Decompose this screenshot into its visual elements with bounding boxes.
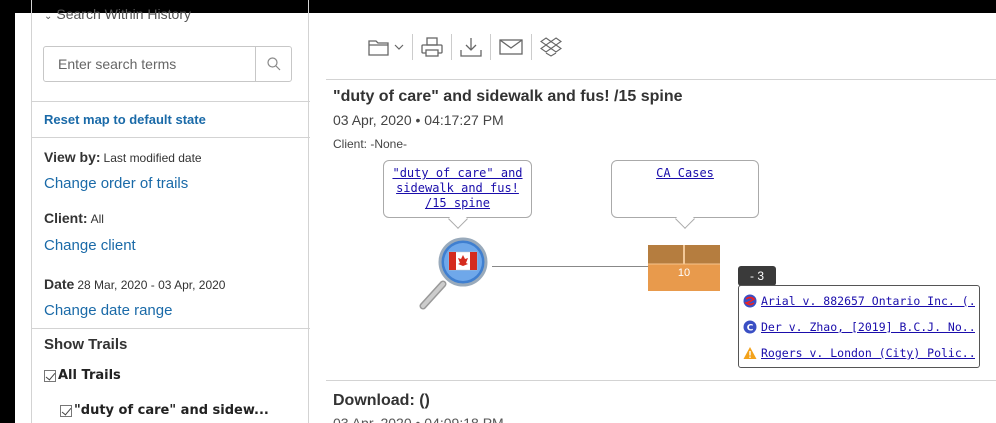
folder-icon (368, 40, 389, 56)
document-title: Der v. Zhao, [2019] B.C.J. No... (761, 320, 975, 334)
print-button[interactable] (413, 32, 451, 62)
sidebar: ⌄Search Within History Reset map to defa… (31, 0, 310, 423)
magnifier-search-icon[interactable] (413, 236, 495, 314)
divider (32, 137, 310, 138)
document-title: Arial v. 882657 Ontario Inc. (... (761, 294, 975, 308)
download-trail-date: 03 Apr, 2020 • 04:09:18 PM (333, 415, 504, 423)
trail-checkbox[interactable]: "duty of care" and sidew... (60, 403, 269, 418)
chevron-down-icon: ⌄ (44, 11, 53, 22)
search-input[interactable] (44, 47, 255, 81)
canada-flag-icon (448, 251, 478, 271)
folder-document-count: 10 (677, 267, 691, 279)
divider (32, 101, 310, 102)
toolbar (360, 32, 570, 62)
change-date-range-link[interactable]: Change date range (44, 302, 172, 319)
email-icon (499, 39, 523, 55)
bubble-tail (675, 209, 695, 229)
change-client-link[interactable]: Change client (44, 237, 136, 254)
checkbox-checked-icon (44, 369, 56, 382)
dropbox-button[interactable] (532, 32, 570, 62)
email-button[interactable] (491, 32, 531, 62)
view-by-row: View by: Last modified date (44, 149, 202, 165)
cited-icon: C (743, 320, 757, 334)
all-trails-label: All Trails (58, 368, 121, 383)
date-value: 28 Mar, 2020 - 03 Apr, 2020 (77, 278, 226, 292)
document-item[interactable]: Rogers v. London (City) Polic... (743, 340, 975, 366)
document-item[interactable]: C Der v. Zhao, [2019] B.C.J. No... (743, 314, 975, 340)
trail-connector-line (492, 266, 648, 267)
change-order-link[interactable]: Change order of trails (44, 175, 188, 192)
bubble-tail (448, 209, 468, 229)
folder-button[interactable] (360, 32, 412, 62)
all-trails-checkbox[interactable]: All Trails (44, 368, 121, 383)
download-button[interactable] (452, 32, 490, 62)
divider (326, 380, 996, 381)
search-trail-link[interactable]: "duty of care" and sidewalk and fus! /15… (392, 166, 522, 210)
print-icon (421, 37, 443, 57)
chevron-down-icon (394, 44, 404, 50)
search-bubble: "duty of care" and sidewalk and fus! /15… (383, 160, 532, 229)
client-row: Client: All (44, 210, 104, 226)
checkbox-checked-icon (60, 404, 72, 417)
divider (32, 328, 310, 329)
client-label: Client: (44, 210, 88, 226)
search-section-title[interactable]: ⌄ Search Within History (44, 6, 191, 22)
folder-box-icon[interactable]: 10 (647, 245, 721, 291)
search-box (43, 46, 292, 82)
document-item[interactable]: Arial v. 882657 Ontario Inc. (... (743, 288, 975, 314)
trail-date: 03 Apr, 2020 • 04:17:27 PM (333, 112, 504, 128)
download-icon (460, 38, 482, 57)
show-trails-heading: Show Trails (44, 336, 128, 353)
trail-client: Client: -None- (333, 137, 408, 151)
search-icon (266, 57, 280, 71)
document-title: Rogers v. London (City) Polic... (761, 346, 975, 360)
collapse-documents-badge[interactable]: - 3 (738, 266, 776, 286)
search-button[interactable] (255, 47, 291, 81)
warning-icon (743, 347, 757, 359)
divider (326, 79, 996, 80)
folder-link[interactable]: CA Cases (656, 166, 714, 180)
view-by-label: View by: (44, 149, 101, 165)
client-value: All (90, 212, 104, 226)
document-list: Arial v. 882657 Ontario Inc. (... C Der … (738, 285, 980, 368)
reset-map-link[interactable]: Reset map to default state (44, 112, 206, 127)
trail-title[interactable]: "duty of care" and sidewalk and fus! /15… (333, 88, 682, 106)
trail-checkbox-label: "duty of care" and sidew... (74, 403, 269, 418)
folder-bubble: CA Cases (611, 160, 759, 229)
date-label: Date (44, 276, 75, 292)
svg-text:C: C (747, 324, 754, 334)
view-by-value: Last modified date (103, 151, 202, 165)
dropbox-icon (540, 37, 562, 57)
date-row: Date 28 Mar, 2020 - 03 Apr, 2020 (44, 276, 225, 292)
download-trail-title[interactable]: Download: () (333, 392, 430, 410)
window-frame-left (0, 0, 15, 423)
red-flag-icon (743, 294, 757, 308)
